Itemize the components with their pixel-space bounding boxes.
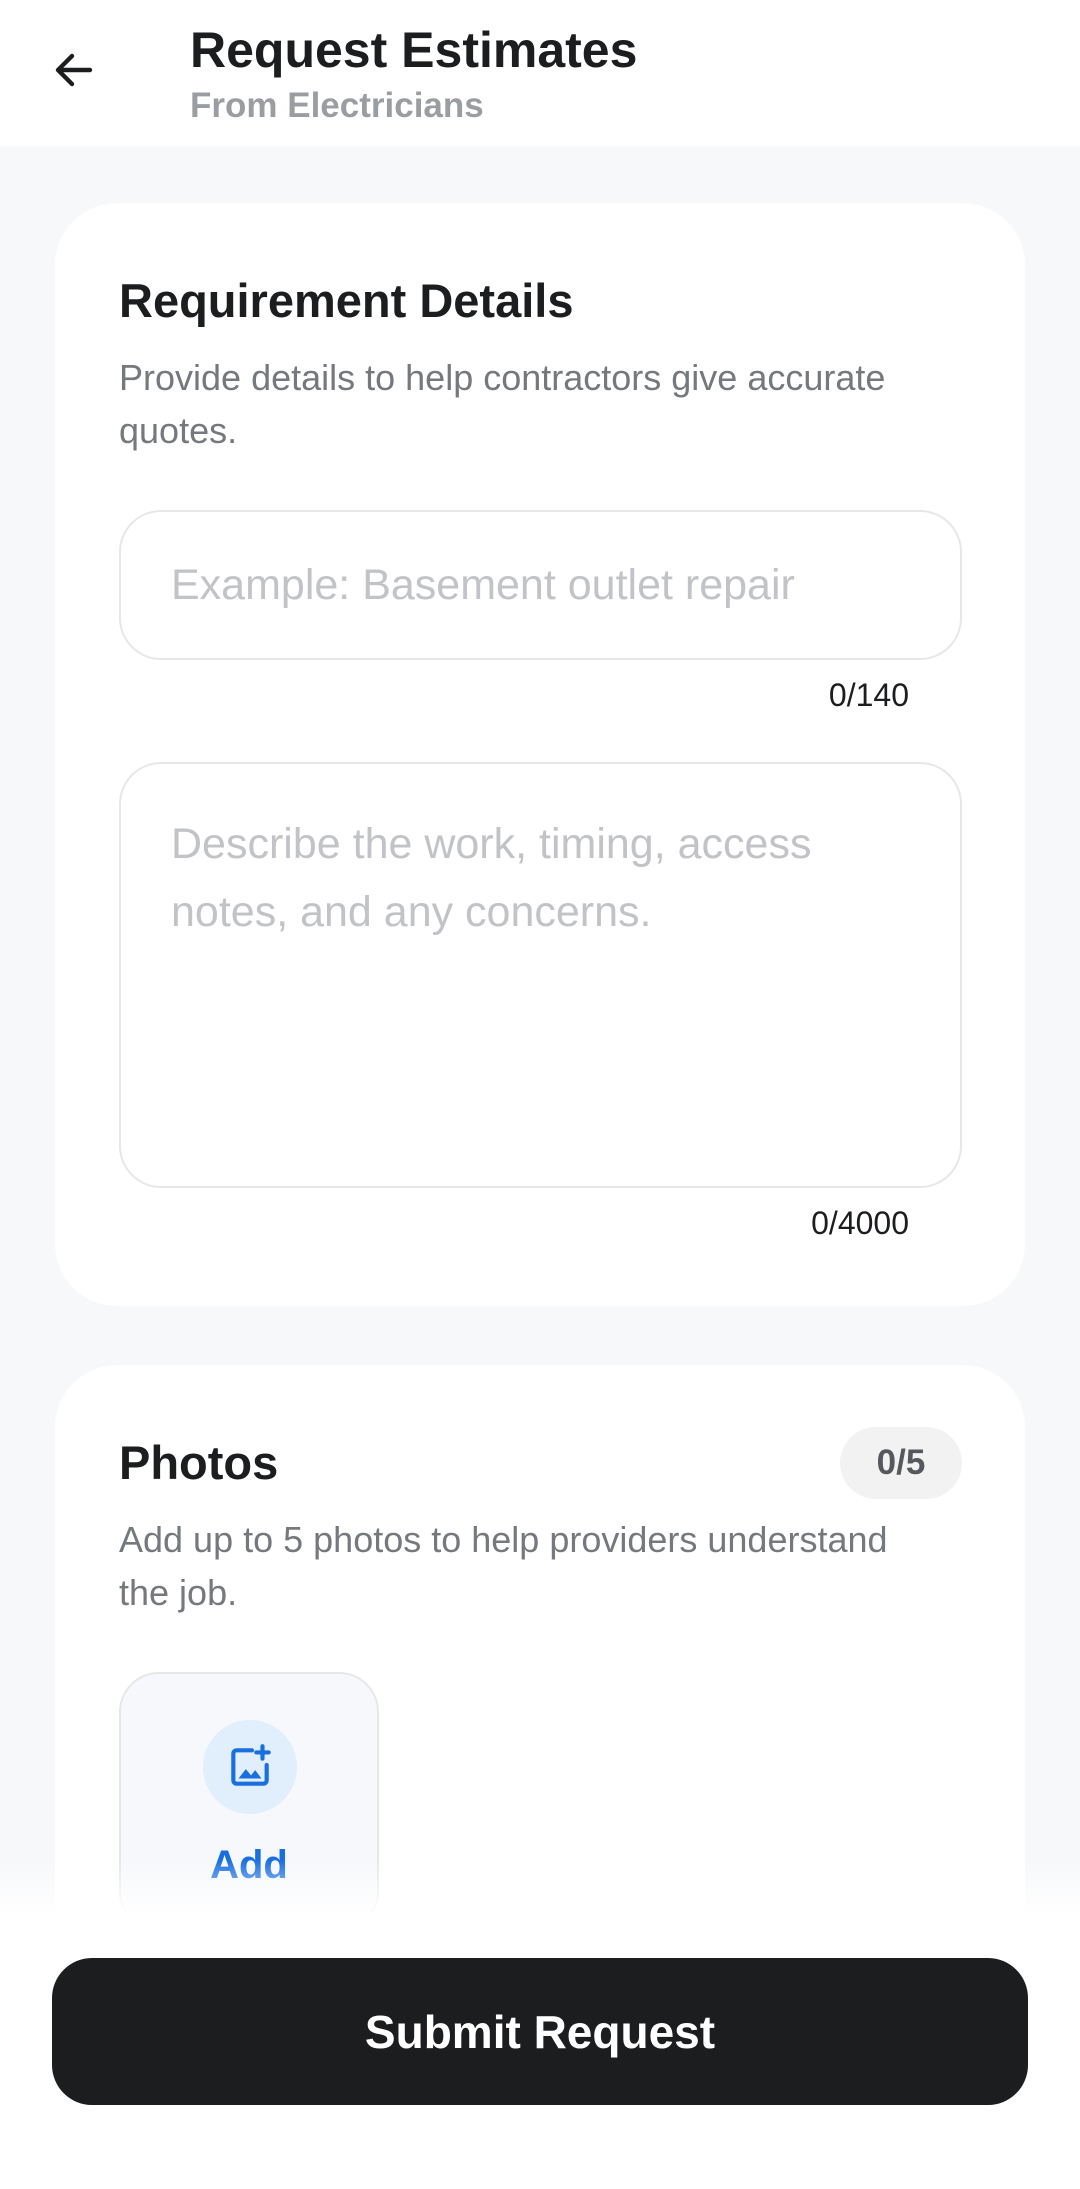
photo-count-badge: 0/5	[840, 1427, 962, 1499]
bottom-action-bar: Submit Request	[0, 1914, 1080, 2189]
job-title-input[interactable]	[119, 510, 962, 660]
arrow-left-icon	[55, 53, 93, 87]
add-photo-icon-badge	[203, 1720, 297, 1814]
page-subtitle: From Electricians	[190, 86, 484, 125]
submit-request-button[interactable]: Submit Request	[52, 1958, 1028, 2105]
job-description-textarea[interactable]	[119, 762, 962, 1188]
requirement-details-title: Requirement Details	[119, 274, 574, 327]
photos-description: Add up to 5 photos to help providers und…	[119, 1519, 888, 1613]
back-button[interactable]	[40, 36, 108, 104]
page: Request Estimates From Electricians Requ…	[0, 0, 1080, 2189]
title-char-counter: 0/140	[828, 677, 909, 713]
app-header: Request Estimates From Electricians	[0, 0, 1080, 146]
bottom-fade	[0, 1860, 1080, 1916]
photos-title: Photos	[119, 1436, 279, 1489]
description-char-counter: 0/4000	[811, 1205, 909, 1241]
requirement-details-description: Provide details to help contractors give…	[119, 357, 886, 451]
add-photo-icon	[231, 1744, 271, 1786]
page-title: Request Estimates	[190, 22, 638, 78]
requirement-details-card: Requirement Details Provide details to h…	[55, 203, 1025, 1306]
